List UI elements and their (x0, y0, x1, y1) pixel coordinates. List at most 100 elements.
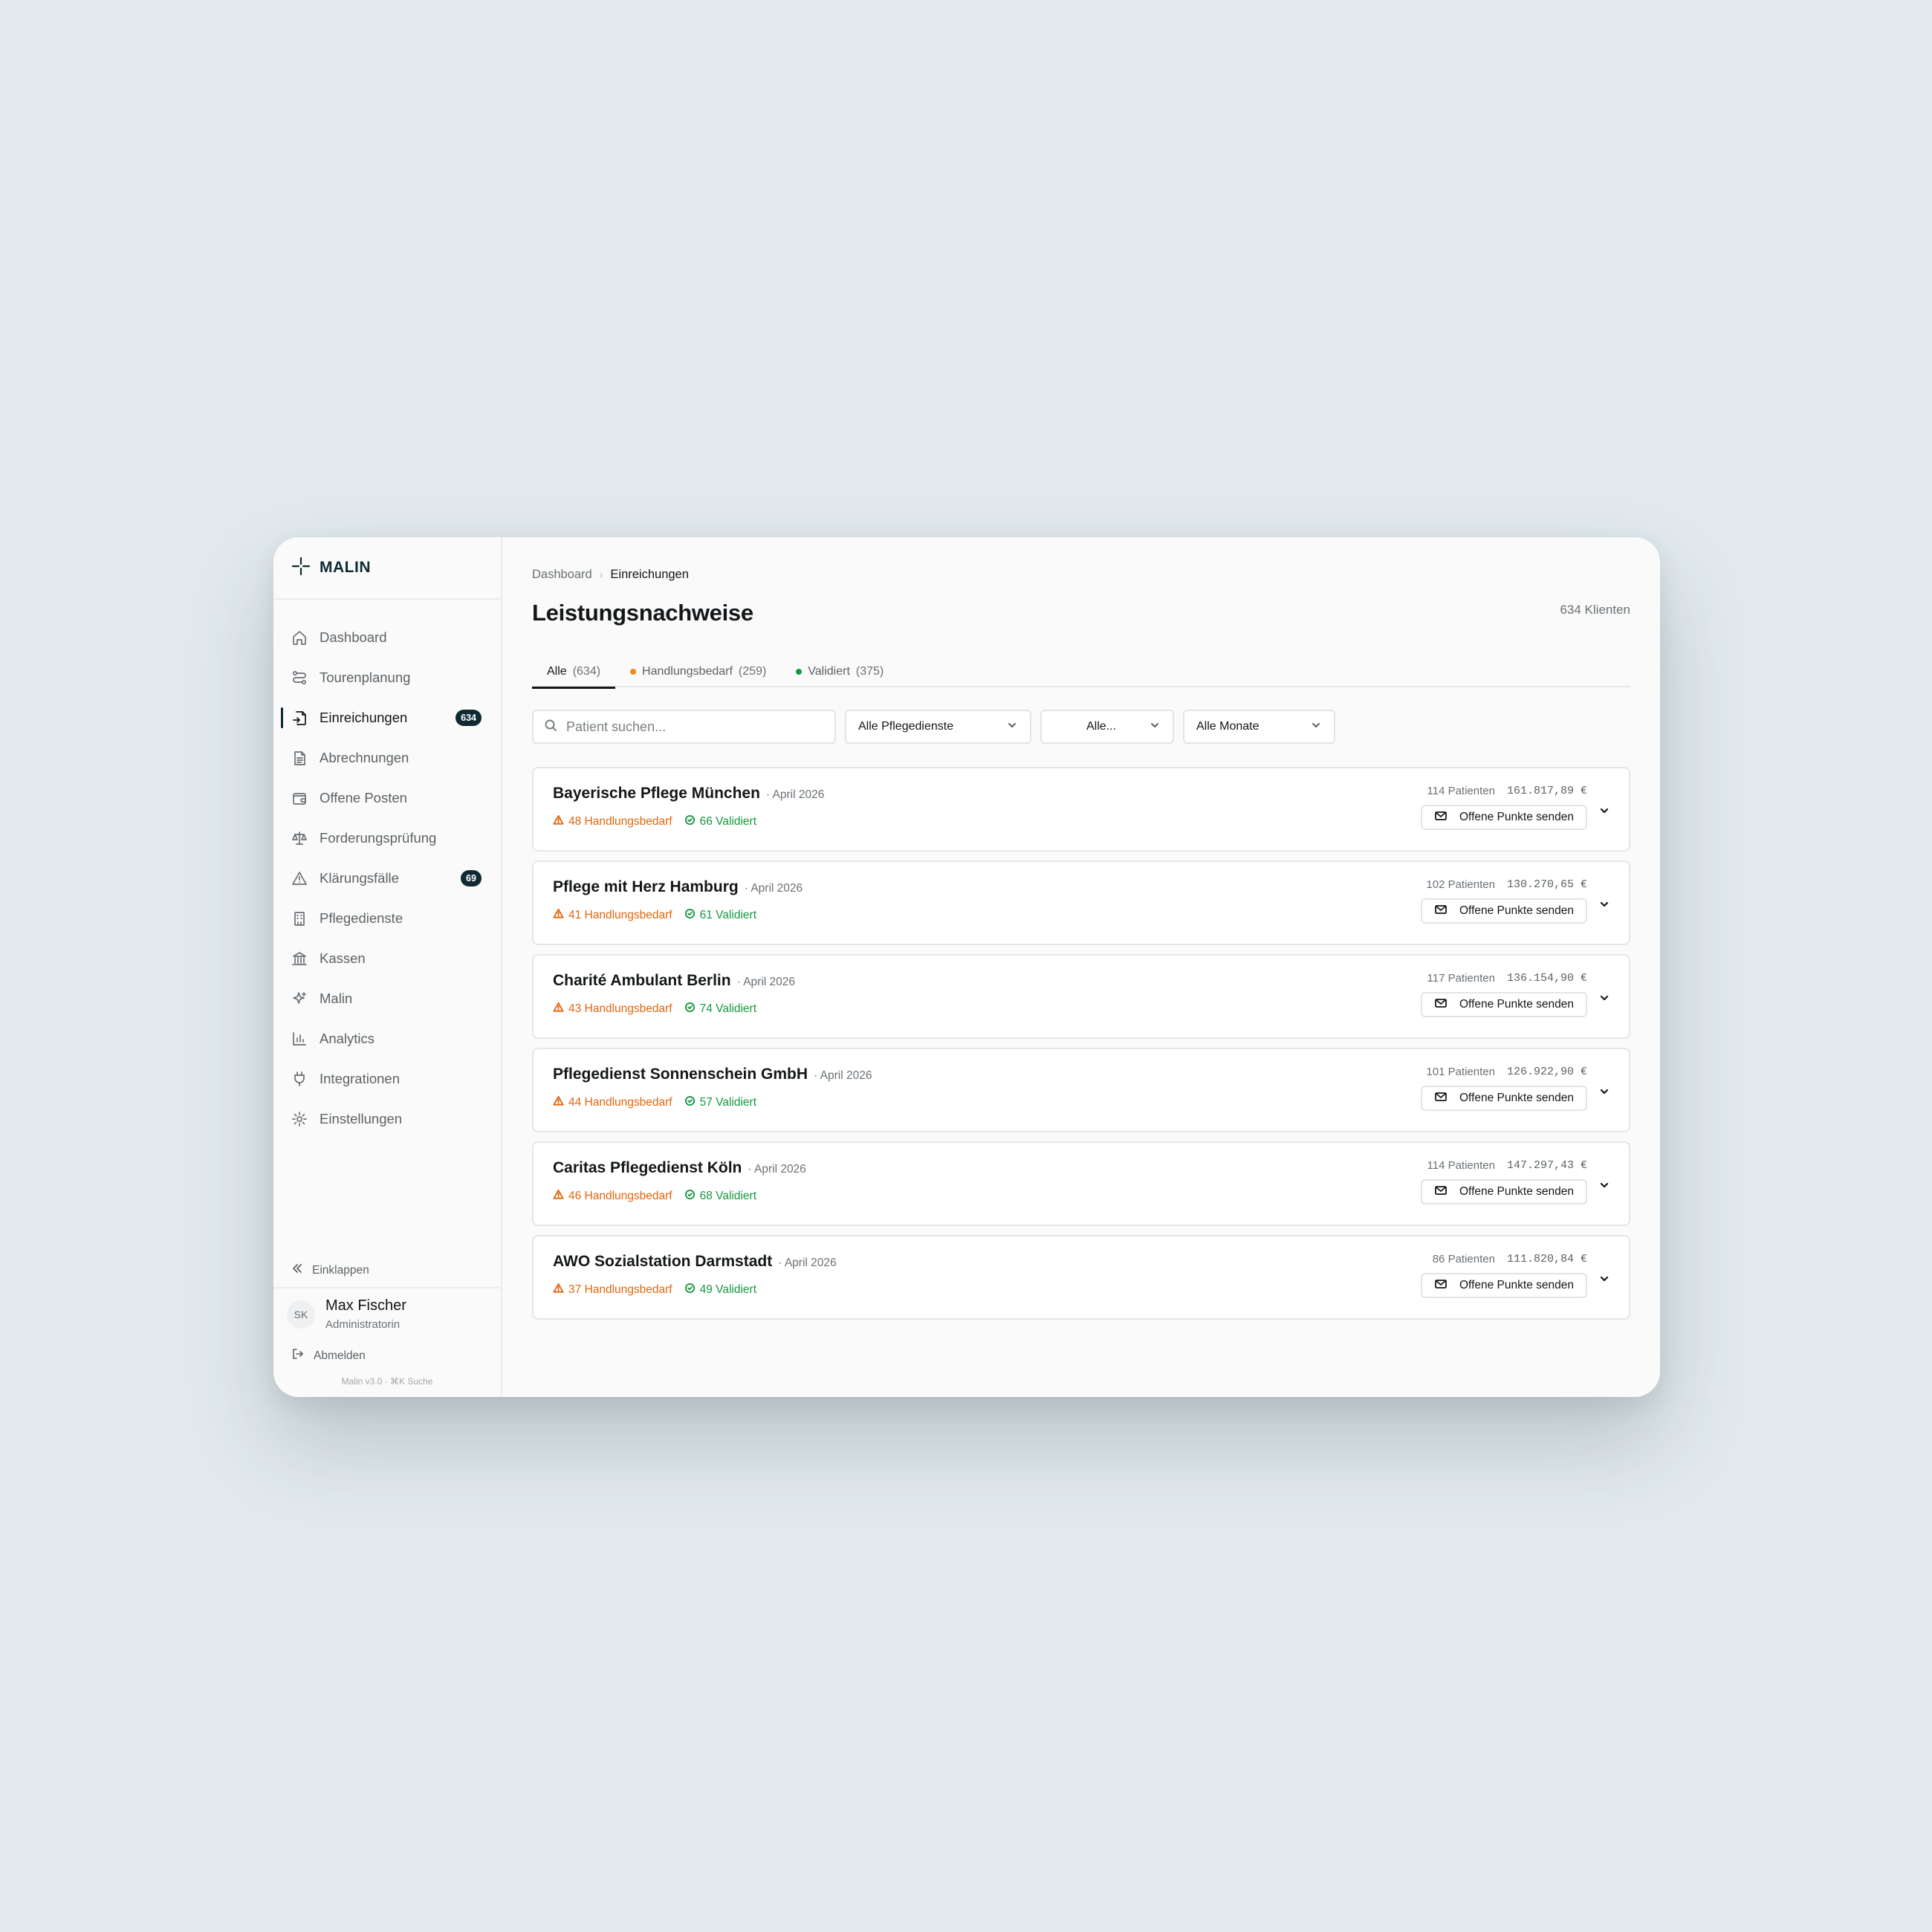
amount: 136.154,90 € (1506, 972, 1587, 985)
route-icon (291, 670, 308, 686)
sidebar-item-integrationen[interactable]: Integrationen (273, 1059, 501, 1099)
provider-name: Charité Ambulant Berlin (553, 972, 731, 989)
user-block: SK Max Fischer Administratorin Abmelden … (273, 1287, 501, 1387)
sidebar-item-tourenplanung[interactable]: Tourenplanung (273, 658, 501, 698)
breadcrumb-root[interactable]: Dashboard (532, 568, 592, 582)
send-button-label: Offene Punkte senden (1459, 811, 1574, 823)
validated-stat: 49 Validiert (684, 1283, 756, 1297)
status-select[interactable]: Alle... (1040, 710, 1174, 744)
month-select[interactable]: Alle Monate (1183, 710, 1335, 744)
patient-count: 101 Patienten (1426, 1066, 1495, 1078)
action-needed-stat: 48 Handlungsbedarf (553, 814, 672, 829)
send-button-label: Offene Punkte senden (1459, 1279, 1574, 1291)
search-input[interactable] (566, 719, 819, 735)
user-profile[interactable]: SK Max Fischer Administratorin (287, 1297, 487, 1331)
expand-chevron-icon[interactable] (1598, 804, 1611, 817)
send-open-items-button[interactable]: Offene Punkte senden (1421, 1086, 1587, 1111)
chevron-down-icon (1310, 719, 1322, 735)
sidebar-item-abrechnungen[interactable]: Abrechnungen (273, 738, 501, 778)
sidebar-item-dashboard[interactable]: Dashboard (273, 617, 501, 658)
amount: 161.817,89 € (1506, 785, 1587, 797)
validated-count: 61 Validiert (699, 909, 757, 921)
action-needed-count: 46 Handlungsbedarf (568, 1190, 672, 1202)
provider-name: Pflegedienst Sonnenschein GmbH (553, 1066, 808, 1083)
bar-chart-icon (291, 1031, 308, 1047)
warning-icon (553, 814, 564, 829)
expand-chevron-icon[interactable] (1598, 1179, 1611, 1192)
tab-handlungsbedarf[interactable]: Handlungsbedarf (259) (615, 656, 781, 687)
sidebar-item-label: Klärungsfälle (320, 870, 399, 886)
collapse-button[interactable]: Einklappen (291, 1262, 369, 1278)
tab-label: Alle (547, 665, 567, 678)
sidebar-item-malin[interactable]: Malin (273, 979, 501, 1019)
provider-card[interactable]: Pflegedienst Sonnenschein GmbH · April 20… (532, 1048, 1630, 1132)
mail-icon (1434, 996, 1448, 1014)
send-open-items-button[interactable]: Offene Punkte senden (1421, 1273, 1587, 1298)
filter-bar: Alle Pflegedienste Alle... Alle Monate (532, 710, 1630, 744)
breadcrumb-current: Einreichungen (610, 567, 689, 581)
warning-icon (553, 908, 564, 923)
expand-chevron-icon[interactable] (1598, 1272, 1611, 1286)
chevron-down-icon (1149, 719, 1161, 735)
check-circle-icon (684, 1189, 696, 1204)
patient-count: 102 Patienten (1426, 878, 1495, 891)
expand-chevron-icon[interactable] (1598, 991, 1611, 1005)
sidebar-item-einreichungen[interactable]: Einreichungen 634 (273, 698, 501, 738)
validated-count: 74 Validiert (699, 1002, 757, 1015)
sidebar-item-label: Tourenplanung (320, 670, 411, 685)
provider-card[interactable]: Bayerische Pflege München · April 2026 48 … (532, 767, 1630, 852)
billing-month: · April 2026 (736, 976, 796, 988)
collapse-label: Einklappen (312, 1263, 369, 1277)
file-import-icon (291, 710, 308, 726)
tab-label: Handlungsbedarf (642, 665, 733, 678)
tab-count: (634) (572, 665, 601, 678)
search-box[interactable] (532, 710, 836, 744)
sidebar-item-kassen[interactable]: Kassen (273, 939, 501, 979)
check-circle-icon (684, 1095, 696, 1110)
sidebar-item-einstellungen[interactable]: Einstellungen (273, 1099, 501, 1139)
provider-card[interactable]: Charité Ambulant Berlin · April 2026 43 Ha… (532, 954, 1630, 1039)
amount: 147.297,43 € (1506, 1159, 1587, 1172)
breadcrumb-chevron-icon: › (599, 568, 603, 580)
sidebar-item-label: Analytics (320, 1031, 375, 1046)
count-badge: 69 (461, 870, 482, 886)
sidebar-nav: Dashboard Tourenplanung Einreichungen 634 Ab… (273, 600, 501, 1139)
tab-alle[interactable]: Alle (634) (532, 656, 616, 689)
mail-icon (1434, 903, 1448, 920)
expand-chevron-icon[interactable] (1598, 1085, 1611, 1098)
expand-chevron-icon[interactable] (1598, 898, 1611, 911)
wallet-icon (291, 790, 308, 806)
pflegedienst-select[interactable]: Alle Pflegedienste (845, 710, 1031, 744)
send-open-items-button[interactable]: Offene Punkte senden (1421, 805, 1587, 830)
sidebar-item-forderungsprüfung[interactable]: Forderungsprüfung (273, 818, 501, 858)
provider-card[interactable]: Caritas Pflegedienst Köln · April 2026 46 … (532, 1141, 1630, 1226)
sidebar-item-analytics[interactable]: Analytics (273, 1019, 501, 1059)
action-needed-stat: 46 Handlungsbedarf (553, 1189, 672, 1204)
mail-icon (1434, 1184, 1448, 1201)
amount: 126.922,90 € (1506, 1066, 1587, 1078)
action-needed-stat: 44 Handlungsbedarf (553, 1095, 672, 1110)
amount: 111.820,84 € (1506, 1253, 1587, 1265)
chevron-down-icon (1006, 719, 1018, 735)
action-needed-stat: 41 Handlungsbedarf (553, 908, 672, 923)
brand[interactable]: MALIN (273, 537, 501, 600)
warning-icon (291, 870, 308, 886)
patient-count: 86 Patienten (1432, 1253, 1495, 1265)
provider-card[interactable]: AWO Sozialstation Darmstadt · April 2026 3… (532, 1235, 1630, 1320)
send-open-items-button[interactable]: Offene Punkte senden (1421, 898, 1587, 924)
patient-count: 117 Patienten (1427, 972, 1495, 985)
sidebar-item-pflegedienste[interactable]: Pflegedienste (273, 898, 501, 939)
tab-validiert[interactable]: Validiert (375) (781, 656, 898, 687)
sparkle-icon (291, 991, 308, 1007)
logout-button[interactable]: Abmelden (287, 1347, 487, 1364)
status-dot (796, 669, 803, 675)
send-open-items-button[interactable]: Offene Punkte senden (1421, 1179, 1587, 1205)
sidebar-item-offene-posten[interactable]: Offene Posten (273, 778, 501, 818)
malin-logo-icon (291, 557, 311, 580)
action-needed-count: 48 Handlungsbedarf (568, 815, 672, 828)
validated-stat: 66 Validiert (684, 814, 756, 829)
provider-card[interactable]: Pflege mit Herz Hamburg · April 2026 41 Ha… (532, 860, 1630, 945)
sidebar-item-klärungsfälle[interactable]: Klärungsfälle 69 (273, 858, 501, 898)
send-open-items-button[interactable]: Offene Punkte senden (1421, 992, 1587, 1017)
breadcrumb: Dashboard › Einreichungen (532, 567, 1630, 582)
